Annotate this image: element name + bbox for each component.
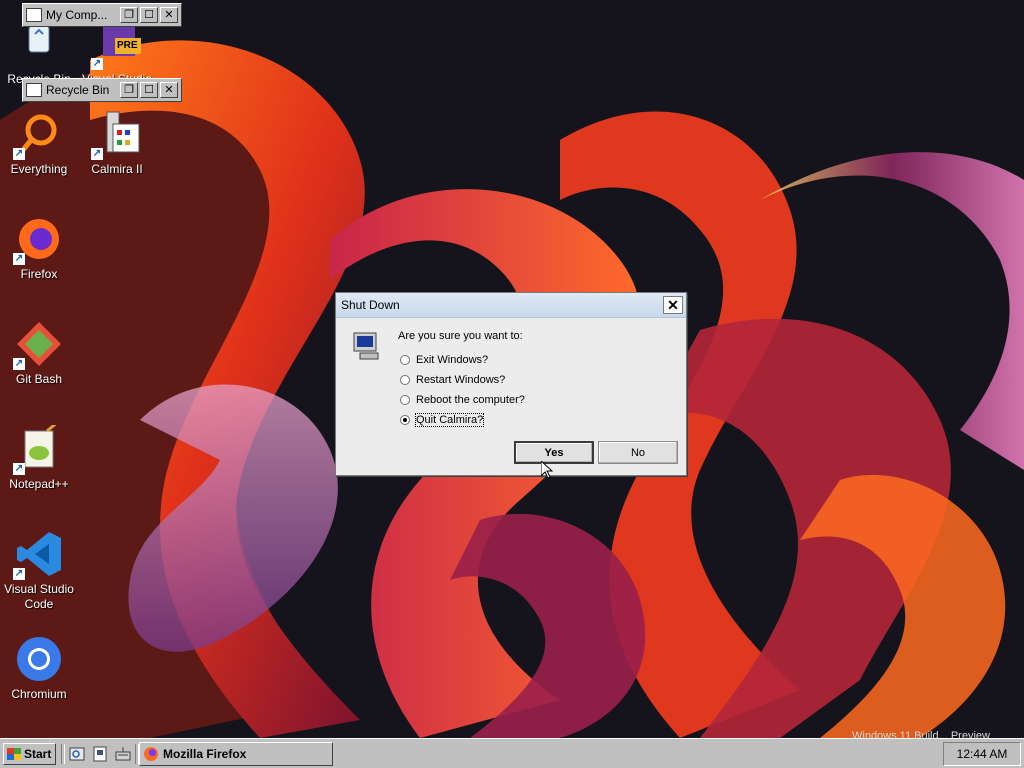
- desktop-icon-calmira[interactable]: ↗ Calmira II: [78, 110, 156, 177]
- maximize-button[interactable]: ☐: [140, 7, 158, 23]
- shortcut-arrow-icon: ↗: [13, 463, 25, 475]
- no-button[interactable]: No: [598, 441, 678, 464]
- dialog-title: Shut Down: [341, 298, 400, 312]
- option-label: Exit Windows?: [416, 354, 489, 366]
- icon-label: Firefox: [20, 267, 58, 281]
- close-button[interactable]: ✕: [160, 82, 178, 98]
- desktop-icon-everything[interactable]: ↗ Everything: [0, 110, 78, 177]
- option-quit-calmira[interactable]: Quit Calmira?: [400, 413, 485, 427]
- icon-label: Notepad++: [9, 477, 69, 491]
- restore-button[interactable]: ❐: [120, 82, 138, 98]
- firefox-icon: ↗: [13, 215, 63, 265]
- everything-icon: ↗: [13, 110, 63, 160]
- dialog-close-button[interactable]: ✕: [663, 296, 683, 314]
- option-label: Restart Windows?: [416, 374, 506, 386]
- window-system-icon[interactable]: [26, 8, 42, 22]
- yes-button[interactable]: Yes: [514, 441, 594, 464]
- window-title: Recycle Bin: [46, 83, 110, 97]
- os-watermark: Windows 11 Build... Preview: [852, 730, 990, 738]
- explorer-icon[interactable]: [92, 746, 108, 762]
- task-button-firefox[interactable]: Mozilla Firefox: [139, 742, 333, 766]
- desktop-icon-git-bash[interactable]: ↗ Git Bash: [0, 320, 78, 387]
- icon-label: Git Bash: [15, 372, 63, 386]
- dialog-question: Are you sure you want to:: [398, 330, 523, 342]
- notepad-plus-plus-icon: ↗: [13, 419, 63, 475]
- radio-quit-calmira[interactable]: [400, 415, 410, 425]
- icon-label: Visual Studio Code: [4, 582, 74, 611]
- shortcut-arrow-icon: ↗: [91, 148, 103, 160]
- option-label: Reboot the computer?: [416, 394, 525, 406]
- windows-flag-icon: [7, 748, 21, 760]
- option-label: Quit Calmira?: [414, 413, 485, 427]
- firefox-icon: [144, 747, 158, 761]
- restore-button[interactable]: ❐: [120, 7, 138, 23]
- shortcut-arrow-icon: ↗: [13, 148, 25, 160]
- shortcut-arrow-icon: ↗: [13, 253, 25, 265]
- start-label: Start: [24, 747, 52, 761]
- system-tray-clock[interactable]: 12:44 AM: [943, 742, 1021, 766]
- window-system-icon[interactable]: [26, 83, 42, 97]
- mouse-cursor-icon: [541, 461, 553, 479]
- calmira-icon: ↗: [91, 110, 141, 160]
- vscode-icon: ↗: [13, 530, 63, 580]
- icon-label: Everything: [10, 162, 68, 176]
- desktop-icon-firefox[interactable]: ↗ Firefox: [0, 215, 78, 282]
- option-exit-windows[interactable]: Exit Windows?: [400, 354, 488, 366]
- desktop-icon-notepad-plus-plus[interactable]: ↗ Notepad++: [0, 419, 78, 492]
- find-icon[interactable]: [69, 746, 85, 762]
- clock: 12:44 AM: [956, 747, 1008, 761]
- minimized-window-recycle-bin[interactable]: Recycle Bin ❐ ☐ ✕: [22, 78, 182, 102]
- icon-label: Chromium: [11, 687, 67, 701]
- taskbar: Start Mozilla Firefox 12:44 AM: [0, 738, 1024, 768]
- radio-exit-windows[interactable]: [400, 355, 410, 365]
- preview-badge: PRE: [117, 40, 138, 51]
- keyboard-icon[interactable]: [115, 746, 131, 762]
- desktop-icon-recycle-bin[interactable]: Recycle Bin: [0, 20, 78, 87]
- icon-label: Calmira II: [91, 162, 143, 176]
- radio-restart-windows[interactable]: [400, 375, 410, 385]
- radio-reboot-computer[interactable]: [400, 395, 410, 405]
- git-bash-icon: ↗: [13, 320, 63, 370]
- desktop-icon-chromium[interactable]: Chromium: [0, 635, 78, 702]
- shortcut-arrow-icon: ↗: [91, 58, 103, 70]
- option-restart-windows[interactable]: Restart Windows?: [400, 374, 505, 386]
- start-button[interactable]: Start: [3, 743, 56, 765]
- desktop-icon-vscode[interactable]: ↗ Visual Studio Code: [0, 530, 78, 612]
- maximize-button[interactable]: ☐: [140, 82, 158, 98]
- close-button[interactable]: ✕: [160, 7, 178, 23]
- desktop-icon-visual-studio[interactable]: PRE ↗ Visual Studio: [78, 20, 156, 87]
- visual-studio-icon: PRE ↗: [91, 20, 145, 70]
- window-title: My Comp...: [46, 8, 108, 22]
- chromium-icon: [15, 635, 63, 683]
- shortcut-arrow-icon: ↗: [13, 358, 25, 370]
- computer-icon: [352, 331, 382, 361]
- shut-down-dialog: Shut Down ✕ Are you sure you want to: Ex…: [335, 292, 687, 476]
- recycle-bin-icon: [15, 20, 63, 68]
- shortcut-arrow-icon: ↗: [13, 568, 25, 580]
- task-label: Mozilla Firefox: [163, 747, 247, 761]
- option-reboot-computer[interactable]: Reboot the computer?: [400, 394, 525, 406]
- taskbar-separator: [61, 744, 65, 764]
- minimized-window-my-computer[interactable]: My Comp... ❐ ☐ ✕: [22, 3, 182, 27]
- dialog-titlebar[interactable]: Shut Down ✕: [336, 293, 686, 318]
